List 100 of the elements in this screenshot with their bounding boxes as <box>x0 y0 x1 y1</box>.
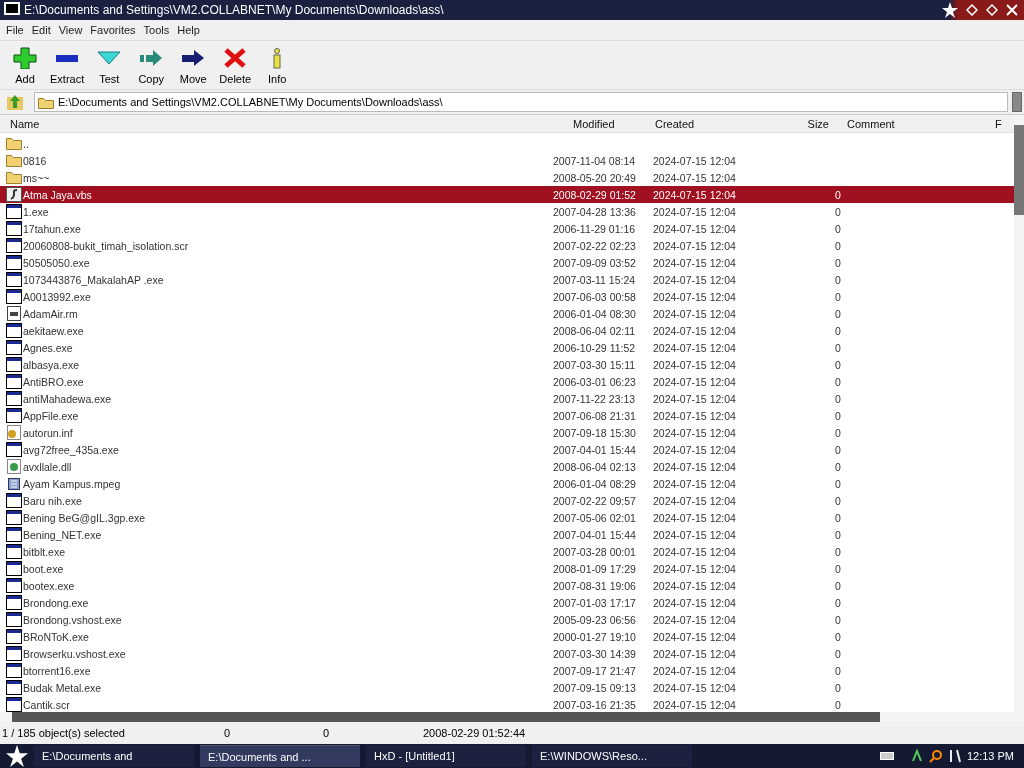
file-row[interactable]: AppFile.exe 2007-06-08 21:31 2024-07-15 12:04 0 <box>0 407 1014 424</box>
file-row[interactable]: autorun.inf 2007-09-18 15:30 2024-07-15 12:04 0 <box>0 424 1014 441</box>
column-header[interactable]: Name <box>0 117 553 130</box>
file-row[interactable]: Budak Metal.exe 2007-09-15 09:13 2024-07-15 12:04 0 <box>0 679 1014 696</box>
column-header[interactable]: Comment <box>833 117 993 130</box>
info-icon <box>273 47 282 69</box>
minimize-icon[interactable] <box>966 4 978 16</box>
modified-date: 2007-11-22 23:13 <box>553 392 636 405</box>
magnifier-icon[interactable] <box>928 749 943 763</box>
file-row[interactable]: Brondong.exe 2007-01-03 17:17 2024-07-15 12:04 0 <box>0 594 1014 611</box>
menu-item[interactable]: Favorites <box>86 24 140 36</box>
toolbar-button[interactable]: Test <box>88 43 131 87</box>
taskbar-button[interactable]: E:\Documents and <box>34 745 194 767</box>
file-row[interactable]: albasya.exe 2007-03-30 15:11 2024-07-15 12:04 0 <box>0 356 1014 373</box>
menu-item[interactable]: File <box>2 24 28 36</box>
clock: 12:13 PM <box>966 750 1014 762</box>
file-row[interactable]: .. <box>0 135 1014 152</box>
file-row[interactable]: boot.exe 2008-01-09 17:29 2024-07-15 12:04 0 <box>0 560 1014 577</box>
menu-item[interactable]: Edit <box>27 24 55 36</box>
modified-date: 2007-06-08 21:31 <box>553 409 636 422</box>
window-icon <box>6 646 22 661</box>
star-icon[interactable] <box>942 2 958 18</box>
up-folder-icon[interactable] <box>6 93 24 111</box>
file-row[interactable]: Baru nih.exe 2007-02-22 09:57 2024-07-15 12:04 0 <box>0 492 1014 509</box>
file-row[interactable]: 20060808-bukit_timah_isolation.scr 2007-02-22 02:23 2024-07-15 12:04 0 <box>0 237 1014 254</box>
modified-date: 2006-01-04 08:29 <box>553 477 636 490</box>
file-row[interactable]: aekitaew.exe 2008-06-04 02:11 2024-07-15 12:04 0 <box>0 322 1014 339</box>
file-size: 0 <box>835 273 841 286</box>
created-date: 2024-07-15 12:04 <box>653 494 736 507</box>
toolbar-button[interactable]: Delete <box>214 43 257 87</box>
file-row[interactable]: Ayam Kampus.mpeg 2006-01-04 08:29 2024-07-15 12:04 0 <box>0 475 1014 492</box>
file-row[interactable]: bootex.exe 2007-08-31 19:06 2024-07-15 12:04 0 <box>0 577 1014 594</box>
created-date: 2024-07-15 12:04 <box>653 409 736 422</box>
modified-date: 2007-03-30 15:11 <box>553 358 636 371</box>
window-icon <box>6 680 22 695</box>
file-row[interactable]: Browserku.vshost.exe 2007-03-30 14:39 2024-07-15 12:04 0 <box>0 645 1014 662</box>
file-row[interactable]: 1.exe 2007-04-28 13:36 2024-07-15 12:04 0 <box>0 203 1014 220</box>
start-star-icon[interactable] <box>6 745 28 767</box>
toolbar-button[interactable]: Add <box>4 43 46 87</box>
modified-date: 2007-02-22 02:23 <box>553 239 636 252</box>
keyboard-icon[interactable] <box>879 752 894 760</box>
menu-item[interactable]: Help <box>173 24 204 36</box>
file-row[interactable]: Bening BeG@gIL.3gp.exe 2007-05-06 02:01 2024-07-15 12:04 0 <box>0 509 1014 526</box>
file-row[interactable]: BRoNToK.exe 2000-01-27 19:10 2024-07-15 12:04 0 <box>0 628 1014 645</box>
taskbar-button[interactable]: E:\Documents and ... <box>200 745 360 767</box>
modified-date: 2007-09-18 15:30 <box>553 426 636 439</box>
file-row[interactable]: 17tahun.exe 2006-11-29 01:16 2024-07-15 12:04 0 <box>0 220 1014 237</box>
file-row[interactable]: avg72free_435a.exe 2007-04-01 15:44 2024-07-15 12:04 0 <box>0 441 1014 458</box>
file-row[interactable]: bitblt.exe 2007-03-28 00:01 2024-07-15 12:04 0 <box>0 543 1014 560</box>
close-icon[interactable] <box>1006 4 1018 16</box>
maximize-icon[interactable] <box>986 4 998 16</box>
menu-item[interactable]: View <box>54 24 87 36</box>
window-title: E:\Documents and Settings\VM2.COLLABNET\My Documents\Downloads\ass\ <box>24 3 444 17</box>
file-size: 0 <box>835 511 841 524</box>
file-size: 0 <box>835 477 841 490</box>
toolbar-button[interactable]: Copy <box>130 43 173 87</box>
file-row[interactable]: btorrent16.exe 2007-09-17 21:47 2024-07-15 12:04 0 <box>0 662 1014 679</box>
file-row[interactable]: A0013992.exe 2007-06-03 00:58 2024-07-15 12:04 0 <box>0 288 1014 305</box>
taskbar-button[interactable]: HxD - [Untitled1] <box>366 745 526 767</box>
address-field[interactable]: E:\Documents and Settings\VM2.COLLABNET\My Documents\Downloads\ass\ <box>34 92 1008 112</box>
created-date: 2024-07-15 12:04 <box>653 188 736 201</box>
modified-date: 2008-05-20 20:49 <box>553 171 636 184</box>
file-row[interactable]: 1073443876_MakalahAP .exe 2007-03-11 15:24 2024-07-15 12:04 0 <box>0 271 1014 288</box>
modified-date: 2007-05-06 02:01 <box>553 511 636 524</box>
modified-date: 2008-01-09 17:29 <box>553 562 636 575</box>
script-icon <box>6 187 22 202</box>
file-row[interactable]: ms~~ 2008-05-20 20:49 2024-07-15 12:04 <box>0 169 1014 186</box>
toolbar-button[interactable]: Info <box>256 43 299 87</box>
modified-date: 2008-06-04 02:11 <box>553 324 636 337</box>
window-icon <box>6 629 22 644</box>
scroll-thumb[interactable] <box>1012 92 1022 112</box>
file-row[interactable]: AdamAir.rm 2006-01-04 08:30 2024-07-15 12:04 0 <box>0 305 1014 322</box>
file-row[interactable]: Bening_NET.exe 2007-04-01 15:44 2024-07-15 12:04 0 <box>0 526 1014 543</box>
file-row[interactable]: 50505050.exe 2007-09-09 03:52 2024-07-15 12:04 0 <box>0 254 1014 271</box>
file-row[interactable]: Brondong.vshost.exe 2005-09-23 06:56 2024-07-15 12:04 0 <box>0 611 1014 628</box>
file-row[interactable]: antiMahadewa.exe 2007-11-22 23:13 2024-07-15 12:04 0 <box>0 390 1014 407</box>
file-size: 0 <box>835 596 841 609</box>
column-header[interactable]: Modified <box>553 117 653 130</box>
toolbar-button[interactable]: Move <box>172 43 215 87</box>
file-row[interactable]: Cantik.scr 2007-03-16 21:35 2024-07-15 12:04 0 <box>0 696 1014 712</box>
window-icon <box>6 340 22 355</box>
taskbar-button[interactable]: E:\WINDOWS\Reso... <box>532 745 692 767</box>
file-row[interactable]: avxllale.dll 2008-06-04 02:13 2024-07-15 12:04 0 <box>0 458 1014 475</box>
horizontal-scrollbar[interactable] <box>0 712 1024 722</box>
file-row[interactable]: AntiBRO.exe 2006-03-01 06:23 2024-07-15 12:04 0 <box>0 373 1014 390</box>
file-size: 0 <box>835 460 841 473</box>
window-icon <box>6 510 22 525</box>
menu-item[interactable]: Tools <box>139 24 174 36</box>
file-row[interactable]: Atma Jaya.vbs 2008-02-29 01:52 2024-07-15 12:04 0 <box>0 186 1014 203</box>
modified-date: 2005-09-23 06:56 <box>553 613 636 626</box>
status-text: 1 / 185 object(s) selected <box>2 727 125 739</box>
column-header[interactable]: F <box>993 117 1002 130</box>
toolbar-button[interactable]: Extract <box>46 43 89 87</box>
file-name: bootex.exe <box>23 579 75 592</box>
vertical-scrollbar[interactable] <box>1014 115 1024 712</box>
file-name: boot.exe <box>23 562 64 575</box>
file-size: 0 <box>835 613 841 626</box>
modified-date: 2007-11-04 08:14 <box>553 154 636 167</box>
file-row[interactable]: 0816 2007-11-04 08:14 2024-07-15 12:04 <box>0 152 1014 169</box>
file-row[interactable]: Agnes.exe 2006-10-29 11:52 2024-07-15 12:04 0 <box>0 339 1014 356</box>
